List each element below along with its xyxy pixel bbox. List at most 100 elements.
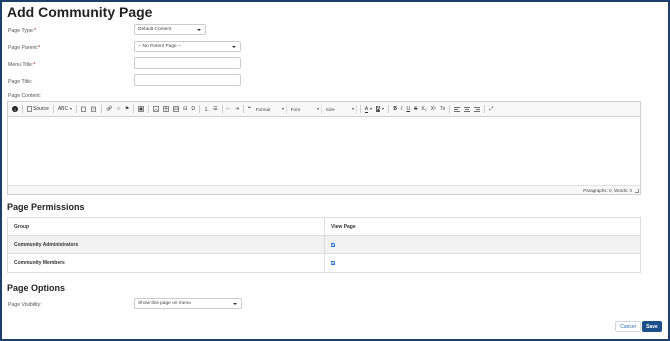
toolbar-separator xyxy=(243,105,245,113)
permissions-table: Group View Page Community Administrators… xyxy=(7,217,641,273)
superscript-icon: X² xyxy=(430,106,436,112)
paste-text-icon xyxy=(91,106,96,112)
subscript-button[interactable]: X₂ xyxy=(420,105,427,114)
maximize-button[interactable]: ⤢ xyxy=(488,105,494,114)
grid-icon xyxy=(173,106,179,112)
link-button[interactable]: 🔗︎ xyxy=(105,105,113,114)
remove-format-icon: Tx xyxy=(439,106,446,112)
toolbar-separator xyxy=(133,105,135,113)
horizontal-rule-button[interactable]: ⊟ xyxy=(182,105,188,114)
editor-content-area[interactable] xyxy=(8,117,640,187)
outdent-icon: ⇤ xyxy=(226,106,231,112)
page-type-value: Default Content xyxy=(138,27,172,32)
quote-icon: ❝ xyxy=(248,106,251,112)
align-right-button[interactable] xyxy=(473,105,481,114)
toolbar-separator xyxy=(359,105,361,113)
page-visibility-value: Show this page on menu xyxy=(138,301,191,306)
align-left-icon xyxy=(454,106,461,112)
cancel-button[interactable]: Cancel xyxy=(615,321,641,332)
page-title: Add Community Page xyxy=(7,4,153,20)
chevron-down-icon xyxy=(370,108,373,110)
page-parent-label: Page Parent:* xyxy=(8,45,41,51)
page-title-input[interactable] xyxy=(134,74,241,86)
italic-button[interactable]: I xyxy=(400,105,403,114)
word-count: Paragraphs: 0, Words: 0 xyxy=(583,187,632,193)
toolbar-separator xyxy=(221,105,223,113)
editor-status-bar: Paragraphs: 0, Words: 0 xyxy=(8,185,640,194)
document-icon xyxy=(27,106,32,112)
column-header-view-page: View Page xyxy=(331,223,356,230)
underline-button[interactable]: U xyxy=(405,105,411,114)
save-button[interactable]: Save xyxy=(642,321,662,332)
chevron-down-icon xyxy=(197,28,201,31)
group-name: Community Administrators xyxy=(8,236,325,253)
font-dropdown[interactable]: Font xyxy=(289,104,322,114)
blockquote-button[interactable]: ❝ xyxy=(247,105,252,114)
indent-button[interactable]: ⇥ xyxy=(234,105,240,114)
paste-button[interactable] xyxy=(80,105,88,114)
about-button[interactable]: ! xyxy=(11,105,19,114)
chevron-down-icon xyxy=(232,45,236,48)
superscript-button[interactable]: X² xyxy=(430,105,437,114)
resize-handle-icon[interactable] xyxy=(635,189,639,193)
bg-color-icon: A xyxy=(376,106,381,112)
templates-button[interactable]: ABC xyxy=(57,105,73,114)
rich-text-editor: ! Source ABC 🔗︎ ⊘ ⚑ ⊟ Ω ⒈ ☰ ⇤ ⇥ ❝ Format… xyxy=(7,101,641,195)
font-label: Font xyxy=(290,106,300,112)
column-header-group: Group xyxy=(8,218,325,235)
chevron-down-icon xyxy=(351,108,354,110)
paste-icon xyxy=(81,106,86,112)
italic-icon: I xyxy=(401,106,403,112)
permissions-heading: Page Permissions xyxy=(7,202,85,212)
iframe-button[interactable] xyxy=(137,105,145,114)
numbered-list-button[interactable]: ⒈ xyxy=(203,105,210,114)
view-page-checkbox[interactable] xyxy=(331,242,335,247)
table-grid-button[interactable] xyxy=(172,105,180,114)
bulleted-list-button[interactable]: ☰ xyxy=(212,105,218,114)
chevron-down-icon xyxy=(233,302,237,305)
unlink-button[interactable]: ⊘ xyxy=(115,105,121,114)
subscript-icon: X₂ xyxy=(421,106,427,112)
source-button[interactable]: Source xyxy=(26,105,50,114)
table-button[interactable] xyxy=(162,105,170,114)
remove-format-button[interactable]: Tx xyxy=(439,105,447,114)
special-char-button[interactable]: Ω xyxy=(190,105,196,114)
toolbar-separator xyxy=(22,105,23,113)
paste-text-button[interactable] xyxy=(90,105,98,114)
align-center-icon xyxy=(464,106,471,112)
menu-title-input[interactable] xyxy=(134,57,241,69)
format-dropdown[interactable]: Format xyxy=(254,104,287,114)
page-parent-value: -- No Parent Page -- xyxy=(138,44,182,49)
strikethrough-button[interactable]: S xyxy=(413,105,418,114)
indent-icon: ⇥ xyxy=(234,106,240,112)
chevron-down-icon xyxy=(281,108,284,110)
align-right-icon xyxy=(474,106,481,112)
text-color-button[interactable]: A xyxy=(364,105,373,114)
page-title-label: Page Title: xyxy=(8,79,33,85)
text-color-icon: A xyxy=(364,105,369,113)
view-page-checkbox[interactable] xyxy=(331,261,335,265)
options-heading: Page Options xyxy=(7,283,66,293)
bold-icon: B xyxy=(393,106,398,112)
view-page-cell xyxy=(325,254,640,272)
size-dropdown[interactable]: Size xyxy=(324,104,357,114)
image-button[interactable] xyxy=(152,105,160,114)
align-center-button[interactable] xyxy=(463,105,471,114)
align-left-button[interactable] xyxy=(453,105,461,114)
table-row: Community Administrators xyxy=(8,236,640,254)
view-page-cell xyxy=(325,236,640,253)
anchor-button[interactable]: ⚑ xyxy=(124,105,130,114)
toolbar-separator xyxy=(101,105,103,113)
page-type-select[interactable]: Default Content xyxy=(134,24,206,35)
outdent-button[interactable]: ⇤ xyxy=(226,105,232,114)
info-icon: ! xyxy=(12,106,18,112)
spellcheck-icon: ABC xyxy=(57,106,69,112)
chevron-down-icon xyxy=(70,108,73,110)
bg-color-button[interactable]: A xyxy=(375,105,385,114)
bold-button[interactable]: B xyxy=(392,105,398,114)
iframe-icon xyxy=(138,106,144,112)
page-visibility-select[interactable]: Show this page on menu xyxy=(134,298,242,309)
page-parent-select[interactable]: -- No Parent Page -- xyxy=(134,41,241,52)
chevron-down-icon xyxy=(316,108,319,110)
page-content-label: Page Content: xyxy=(8,93,42,99)
